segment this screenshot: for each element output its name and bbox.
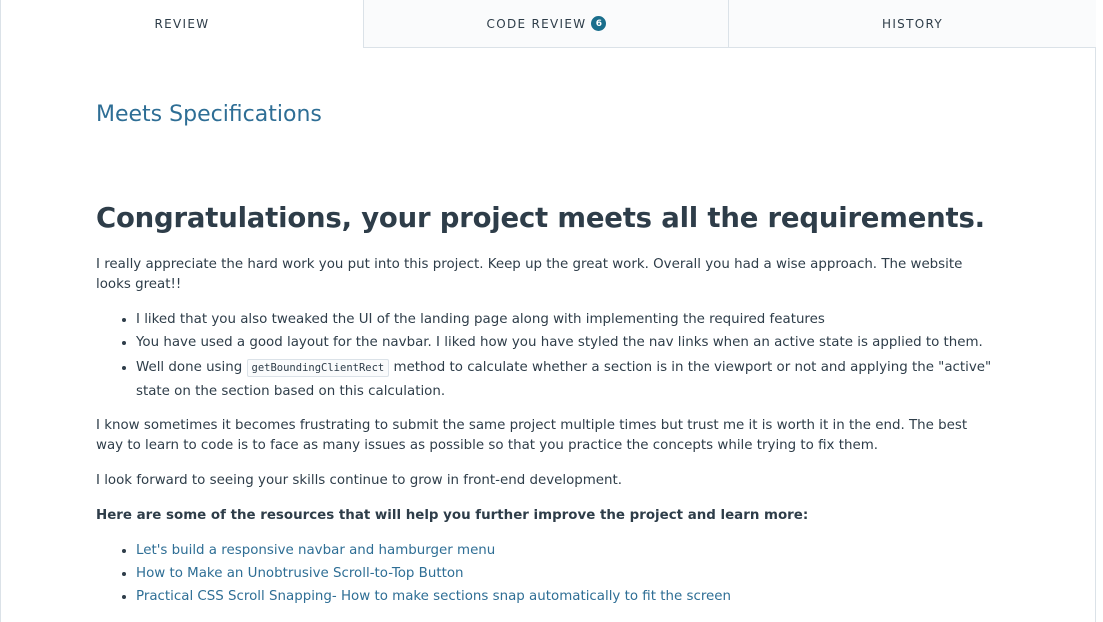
review-body: I really appreciate the hard work you pu… [96,255,996,619]
encouragement-paragraph: I know sometimes it becomes frustrating … [96,418,968,453]
resources-list: Let's build a responsive navbar and hamb… [96,541,996,607]
tab-review-label: REVIEW [154,16,210,31]
tab-review[interactable]: REVIEW [1,0,363,47]
review-status: Meets Specifications [96,102,322,127]
intro-paragraph: I really appreciate the hard work you pu… [96,257,963,292]
tab-code-review-label: CODE REVIEW [486,16,587,31]
tab-history[interactable]: HISTORY [728,0,1096,48]
resources-heading: Here are some of the resources that will… [96,508,809,523]
list-item: Well done using getBoundingClientRect me… [136,356,996,404]
resource-item: How to Make an Unobtrusive Scroll-to-Top… [136,564,996,584]
resource-link[interactable]: How to Make an Unobtrusive Scroll-to-Top… [136,566,464,581]
tab-code-review[interactable]: CODE REVIEW 6 [363,0,729,48]
tab-history-label: HISTORY [882,16,943,31]
list-item: I liked that you also tweaked the UI of … [136,310,996,330]
resource-item: Let's build a responsive navbar and hamb… [136,541,996,561]
list-item-text: Well done using [136,360,247,375]
list-item: You have used a good layout for the navb… [136,333,996,353]
comment-count-badge: 6 [591,16,607,31]
inline-code: getBoundingClientRect [246,359,390,377]
review-panel: REVIEW CODE REVIEW 6 HISTORY Meets Speci… [0,0,1096,622]
resource-link[interactable]: Practical CSS Scroll Snapping- How to ma… [136,589,731,604]
review-headline: Congratulations, your project meets all … [96,202,985,234]
feedback-list: I liked that you also tweaked the UI of … [96,310,996,404]
resource-link[interactable]: Let's build a responsive navbar and hamb… [136,543,495,558]
tab-bar: REVIEW CODE REVIEW 6 HISTORY [1,0,1096,48]
resource-item: Practical CSS Scroll Snapping- How to ma… [136,587,996,607]
closing-paragraph: I look forward to seeing your skills con… [96,473,623,488]
